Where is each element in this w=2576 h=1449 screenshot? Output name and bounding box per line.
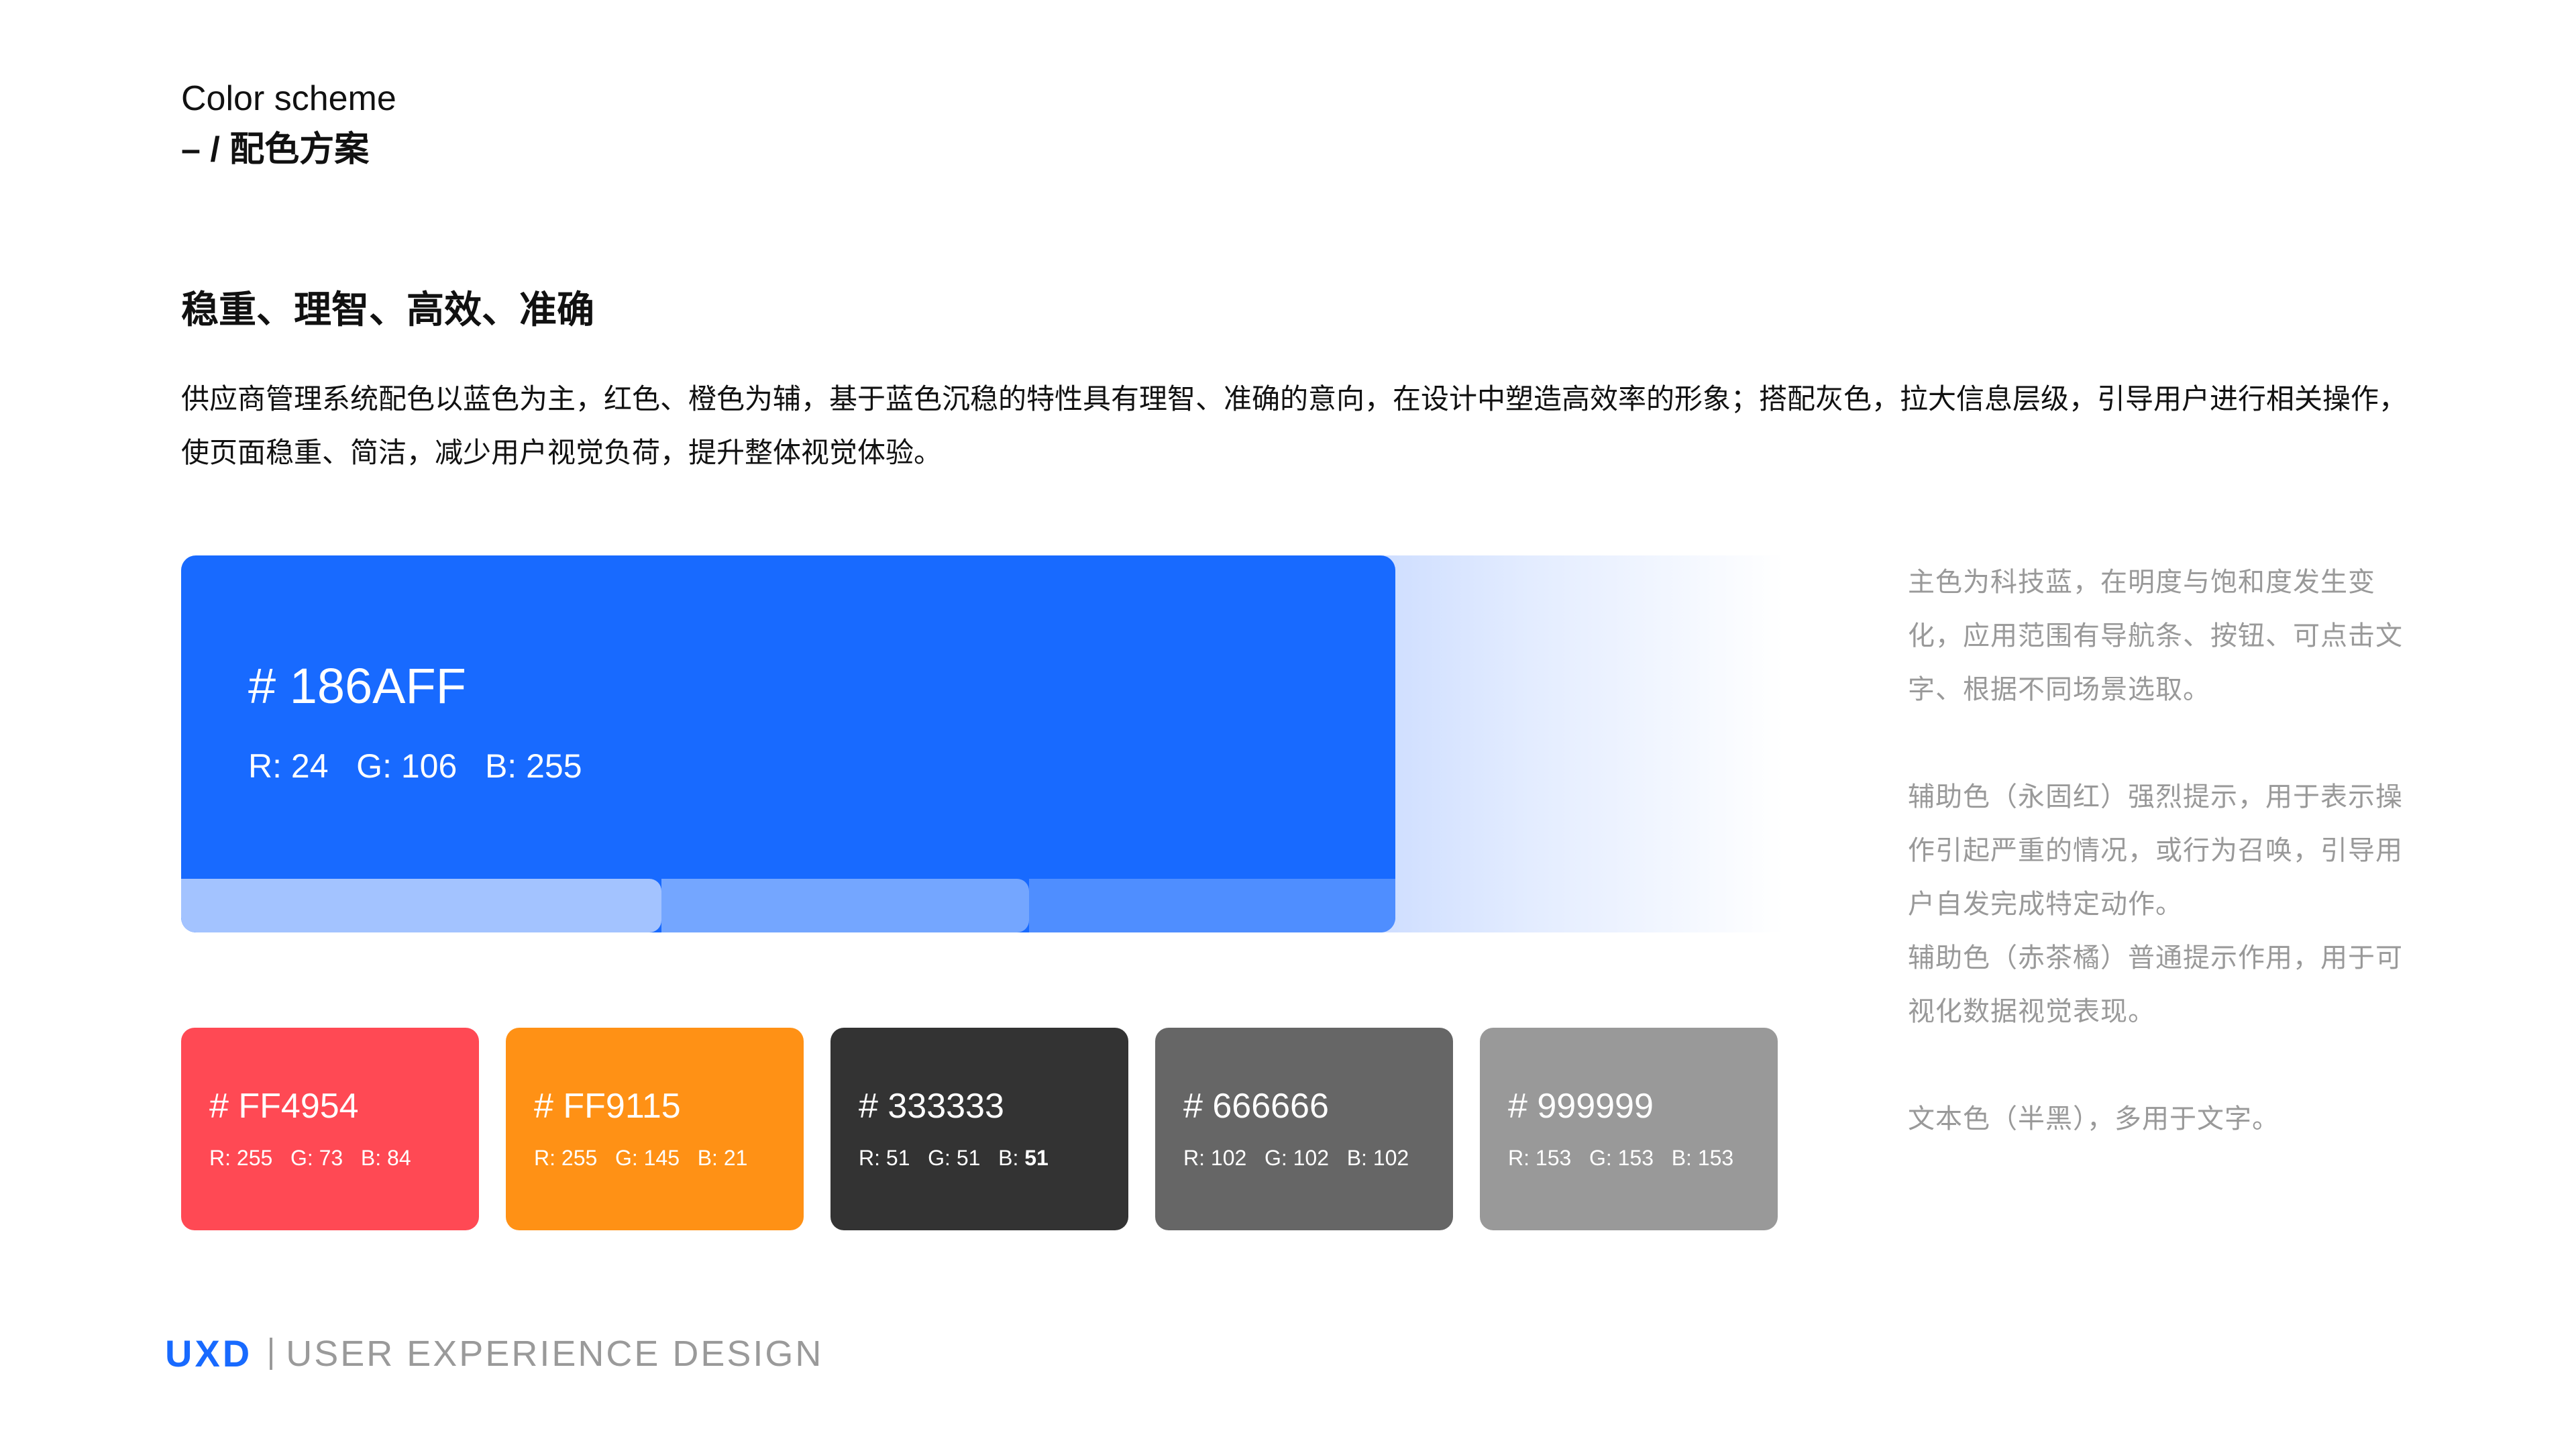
- swatch-mid-gray-r: R: 102: [1183, 1146, 1247, 1170]
- page-title-cn: – / 配色方案: [181, 130, 370, 169]
- section-description: 供应商管理系统配色以蓝色为主，红色、橙色为辅，基于蓝色沉稳的特性具有理智、准确的…: [181, 383, 2408, 468]
- swatch-light-gray-b: B: 153: [1671, 1146, 1734, 1170]
- footer-brand: UXD USER EXPERIENCE DESIGN: [165, 1332, 823, 1376]
- primary-color-block: # 186AFF R: 24 G: 106 B: 255: [181, 555, 1784, 932]
- swatch-mid-gray-hex: # 666666: [1183, 1087, 1329, 1126]
- primary-tint-row: [181, 879, 1395, 932]
- swatch-dark-gray: # 333333 R: 51 G: 51 B: 51: [830, 1028, 1128, 1230]
- primary-hex-label: # 186AFF: [248, 658, 466, 714]
- swatch-orange-rgb: R: 255 G: 145 B: 21: [534, 1143, 747, 1173]
- swatch-orange: # FF9115 R: 255 G: 145 B: 21: [506, 1028, 804, 1230]
- swatch-orange-r: R: 255: [534, 1146, 598, 1170]
- swatch-red-g: G: 73: [290, 1146, 343, 1170]
- swatch-red-r: R: 255: [209, 1146, 273, 1170]
- swatch-light-gray-r: R: 153: [1508, 1146, 1572, 1170]
- swatch-orange-hex: # FF9115: [534, 1087, 681, 1126]
- primary-tint-mid: [661, 879, 1029, 932]
- primary-swatch: # 186AFF R: 24 G: 106 B: 255: [181, 555, 1395, 932]
- swatch-light-gray-g: G: 153: [1589, 1146, 1654, 1170]
- swatch-orange-g: G: 145: [614, 1146, 680, 1170]
- swatch-red: # FF4954 R: 255 G: 73 B: 84: [181, 1028, 479, 1230]
- swatch-mid-gray: # 666666 R: 102 G: 102 B: 102: [1155, 1028, 1453, 1230]
- color-usage-notes: 主色为科技蓝，在明度与饱和度发生变化，应用范围有导航条、按钮、可点击文字、根据不…: [1908, 555, 2418, 1146]
- note-text-color: 文本色（半黑），多用于文字。: [1908, 1104, 2279, 1134]
- note-aux-red: 辅助色（永固红）强烈提示，用于表示操作引起严重的情况，或行为召唤，引导用户自发完…: [1908, 782, 2403, 919]
- note-aux-orange: 辅助色（赤茶橘）普通提示作用，用于可视化数据视觉表现。: [1908, 943, 2403, 1026]
- primary-rgb-label: R: 24 G: 106 B: 255: [248, 747, 582, 785]
- swatch-light-gray-rgb: R: 153 G: 153 B: 153: [1508, 1143, 1733, 1173]
- swatch-dark-gray-hex: # 333333: [859, 1087, 1004, 1126]
- note-primary: 主色为科技蓝，在明度与饱和度发生变化，应用范围有导航条、按钮、可点击文字、根据不…: [1908, 568, 2403, 704]
- swatch-dark-gray-r: R: 51: [859, 1146, 910, 1170]
- swatch-dark-gray-b-value: 51: [1024, 1146, 1049, 1170]
- footer-divider: [270, 1338, 273, 1370]
- swatch-red-hex: # FF4954: [209, 1087, 359, 1126]
- swatch-dark-gray-rgb: R: 51 G: 51 B: 51: [859, 1143, 1049, 1173]
- swatch-red-rgb: R: 255 G: 73 B: 84: [209, 1143, 411, 1173]
- primary-tint-light: [181, 879, 661, 932]
- swatch-red-b: B: 84: [360, 1146, 411, 1170]
- swatch-light-gray-hex: # 999999: [1508, 1087, 1654, 1126]
- page-title-en: Color scheme: [181, 79, 396, 118]
- uxd-logo: UXD: [165, 1332, 253, 1375]
- swatch-mid-gray-g: G: 102: [1264, 1146, 1330, 1170]
- swatch-mid-gray-rgb: R: 102 G: 102 B: 102: [1183, 1143, 1409, 1173]
- swatch-mid-gray-b: B: 102: [1346, 1146, 1409, 1170]
- swatch-light-gray: # 999999 R: 153 G: 153 B: 153: [1480, 1028, 1778, 1230]
- primary-tint-dark: [1029, 879, 1395, 932]
- swatch-orange-b: B: 21: [697, 1146, 748, 1170]
- section-subtitle: 稳重、理智、高效、准确: [181, 288, 594, 331]
- swatch-dark-gray-g: G: 51: [928, 1146, 981, 1170]
- footer-tagline: USER EXPERIENCE DESIGN: [286, 1334, 824, 1374]
- swatch-dark-gray-b: B:: [998, 1146, 1025, 1170]
